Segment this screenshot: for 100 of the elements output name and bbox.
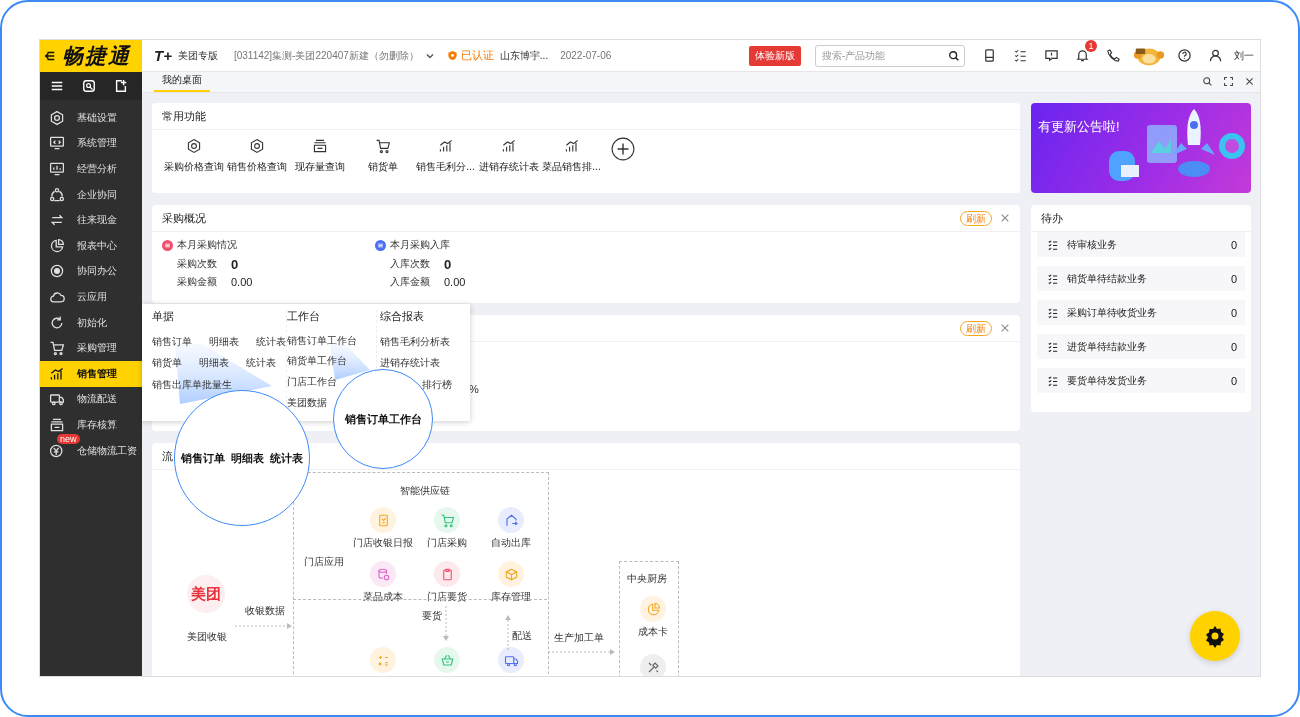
node-label: 库存管理: [490, 590, 532, 604]
sidebar-item[interactable]: 采购管理: [40, 335, 142, 361]
node-label: 美团收银: [186, 630, 228, 644]
card-title: 流: [162, 448, 173, 464]
checklist-icon: [1047, 340, 1059, 353]
search-icon[interactable]: [82, 79, 96, 93]
help-icon[interactable]: [1177, 48, 1192, 63]
growth-chart-icon: [437, 138, 454, 154]
menu-link[interactable]: 销售订单工作台: [287, 333, 358, 348]
node-icon-badge[interactable]: [370, 561, 396, 587]
announcement-banner[interactable]: 有更新公告啦!: [1031, 103, 1251, 193]
menu-link[interactable]: 销货单工作台: [287, 354, 348, 369]
menu-icon[interactable]: [50, 79, 64, 93]
shortcut-item[interactable]: 销售毛利分...: [414, 138, 477, 174]
node-icon-badge[interactable]: [370, 647, 396, 673]
sidebar-item[interactable]: 系统管理: [40, 130, 142, 157]
menu-link[interactable]: 销货单: [152, 356, 182, 371]
try-new-version-button[interactable]: 体验新版: [749, 45, 801, 66]
bell-icon[interactable]: [1075, 48, 1090, 63]
group-label: 门店应用: [304, 555, 344, 569]
checklist-icon: [1047, 238, 1059, 251]
basket-icon: [439, 652, 455, 668]
menu-link[interactable]: 门店工作台: [287, 374, 338, 389]
shortcut-item[interactable]: 销货单: [351, 138, 414, 174]
close-icon[interactable]: [1000, 323, 1010, 333]
search-field[interactable]: 搜索-产品功能: [815, 44, 965, 67]
node-icon-badge[interactable]: [498, 561, 524, 587]
todo-item[interactable]: 销货单待结款业务 0: [1037, 266, 1245, 291]
group-title: 本月采购情况: [177, 238, 237, 252]
menu-section-title: 工作台: [287, 310, 322, 324]
group-title: 本月采购入库: [390, 238, 450, 252]
monitor-code-icon: [49, 135, 65, 152]
menu-link[interactable]: 统计表: [256, 334, 286, 349]
fullscreen-icon[interactable]: [1223, 76, 1234, 87]
node-icon-badge[interactable]: [434, 507, 460, 533]
todo-count: 0: [1230, 374, 1237, 387]
truck-icon: [49, 391, 65, 408]
back-arrow-icon[interactable]: [44, 50, 56, 62]
node-icon-badge[interactable]: [498, 647, 524, 673]
todo-item[interactable]: 待审核业务 0: [1037, 232, 1245, 257]
connector-arrow: [441, 606, 451, 642]
close-icon[interactable]: [1244, 76, 1255, 87]
connector-arrow: [235, 621, 293, 631]
banner-text: 有更新公告啦!: [1038, 118, 1120, 136]
network-icon: [49, 186, 65, 203]
sidebar-item[interactable]: 基础设置: [40, 105, 142, 131]
menu-link[interactable]: 明细表: [199, 356, 229, 371]
account-selector[interactable]: [031142]集测-美团220407新建（勿删除）: [233, 48, 419, 63]
sidebar-item[interactable]: 企业协同: [40, 181, 142, 208]
shortcut-item[interactable]: 销售价格查询: [225, 138, 288, 174]
shortcut-item[interactable]: 进销存统计表: [477, 138, 540, 174]
add-page-icon[interactable]: [114, 79, 128, 93]
sidebar-item[interactable]: 协同办公: [40, 258, 142, 285]
sidebar-item[interactable]: 报表中心: [40, 232, 142, 259]
todo-item[interactable]: 采购订单待收货业务 0: [1037, 300, 1245, 325]
message-icon[interactable]: [1044, 48, 1059, 63]
growth-chart-icon: [49, 365, 65, 382]
node-icon-badge[interactable]: [370, 507, 396, 533]
connector-arrow: [503, 614, 513, 650]
todo-item[interactable]: 要货单待发货业务 0: [1037, 368, 1245, 393]
node-icon-badge[interactable]: [434, 561, 460, 587]
checklist-icon[interactable]: [1013, 48, 1028, 63]
node-icon-badge[interactable]: [640, 654, 666, 676]
search-icon[interactable]: [1202, 76, 1213, 87]
node-icon-badge[interactable]: [434, 647, 460, 673]
phone-icon[interactable]: [1106, 48, 1121, 63]
tablet-icon[interactable]: [982, 48, 997, 63]
sidebar-item[interactable]: 物流配送: [40, 386, 142, 413]
menu-link[interactable]: 明细表: [209, 334, 239, 349]
user-name[interactable]: 刘一: [1234, 48, 1254, 63]
sidebar-item[interactable]: 云应用: [40, 284, 142, 310]
shortcut-item[interactable]: 菜品销售排...: [540, 138, 603, 174]
menu-link[interactable]: 销售出库单批量生: [152, 377, 232, 392]
sidebar-item[interactable]: 往来现金: [40, 207, 142, 233]
close-icon[interactable]: [1000, 213, 1010, 223]
house-exit-icon: [503, 512, 519, 528]
menu-link[interactable]: 美团数据: [287, 395, 328, 410]
edge-label: 收银数据: [245, 604, 285, 618]
menu-link[interactable]: 统计表: [246, 356, 276, 371]
desktop-tab[interactable]: 我的桌面: [154, 73, 210, 92]
node-icon-badge[interactable]: [498, 507, 524, 533]
menu-link[interactable]: 进销存统计表: [379, 356, 440, 371]
menu-link[interactable]: 销售毛利分析表: [379, 334, 450, 349]
settings-button[interactable]: [1190, 611, 1240, 661]
menu-link[interactable]: 销售订单: [152, 334, 192, 349]
meituan-logo[interactable]: 美团: [187, 575, 225, 613]
shortcut-item[interactable]: 现存量查询: [288, 138, 351, 174]
magnified-text: 销售订单工作台: [344, 411, 422, 427]
sidebar-item[interactable]: 初始化: [40, 309, 142, 336]
sidebar-item[interactable]: 销售管理: [40, 360, 142, 387]
node-icon-badge[interactable]: [640, 596, 666, 622]
user-icon[interactable]: [1208, 48, 1223, 63]
shortcut-item[interactable]: 采购价格查询: [162, 138, 225, 174]
menu-link[interactable]: 排行榜: [421, 377, 452, 392]
notification-badge: 1: [1085, 40, 1097, 52]
todo-item[interactable]: 进货单待结款业务 0: [1037, 334, 1245, 359]
search-icon[interactable]: [948, 49, 960, 62]
cart-icon: [49, 340, 65, 357]
sidebar-item[interactable]: 经营分析: [40, 156, 142, 182]
add-shortcut-button[interactable]: [611, 137, 635, 161]
